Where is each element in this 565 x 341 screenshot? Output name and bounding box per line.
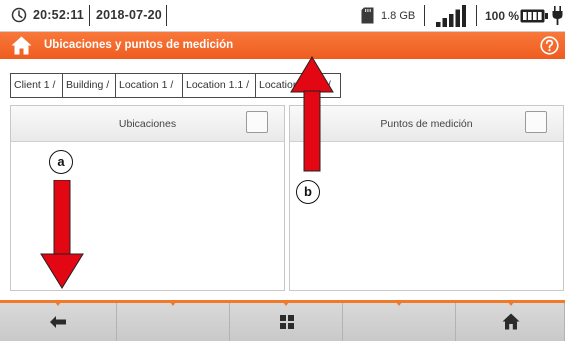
status-time: 20:52:11 xyxy=(33,8,84,22)
status-date: 2018-07-20 xyxy=(96,8,162,22)
tab-notch xyxy=(55,302,61,306)
sd-card-icon xyxy=(361,7,374,24)
separator xyxy=(476,5,477,26)
title-bar: Ubicaciones y puntos de medición xyxy=(0,32,565,59)
page-title: Ubicaciones y puntos de medición xyxy=(44,39,234,51)
empty-slot xyxy=(343,303,456,341)
power-plug-icon xyxy=(552,6,563,25)
breadcrumb-item[interactable]: Client 1 / xyxy=(10,73,63,98)
home-button[interactable] xyxy=(456,303,565,341)
red-arrow-down-icon xyxy=(40,180,84,289)
breadcrumb-item[interactable]: Location 1.1 / xyxy=(182,73,256,98)
separator xyxy=(166,5,167,26)
separator xyxy=(89,5,90,26)
breadcrumb-item[interactable]: Building / xyxy=(62,73,116,98)
tab-notch xyxy=(170,302,176,306)
back-arrow-icon xyxy=(50,316,66,328)
tab-notch xyxy=(508,302,514,306)
callout-a: a xyxy=(49,150,73,174)
panel-header: Ubicaciones xyxy=(11,106,284,142)
battery-percent: 100 % xyxy=(485,9,520,23)
signal-bars-icon xyxy=(436,5,466,27)
select-all-checkbox[interactable] xyxy=(246,111,268,133)
callout-b: b xyxy=(296,180,320,204)
menu-button[interactable] xyxy=(230,303,343,341)
grid-menu-icon xyxy=(280,315,294,329)
separator xyxy=(424,5,425,26)
bottom-toolbar xyxy=(0,300,565,341)
battery-full-icon xyxy=(520,9,548,23)
status-bar: 20:52:11 2018-07-20 1.8 GB 100 % xyxy=(0,0,565,32)
home-icon xyxy=(502,313,520,330)
panel-title: Ubicaciones xyxy=(118,118,177,130)
red-arrow-up-icon xyxy=(290,56,334,172)
tab-notch xyxy=(396,302,402,306)
empty-slot xyxy=(117,303,230,341)
clock-icon xyxy=(11,7,27,23)
breadcrumb-item[interactable]: Location 1 / xyxy=(115,73,183,98)
select-all-checkbox[interactable] xyxy=(525,111,547,133)
storage-free: 1.8 GB xyxy=(381,10,416,22)
help-icon[interactable] xyxy=(540,36,559,55)
tab-notch xyxy=(283,302,289,306)
back-button[interactable] xyxy=(0,303,117,341)
home-icon[interactable] xyxy=(11,36,32,55)
